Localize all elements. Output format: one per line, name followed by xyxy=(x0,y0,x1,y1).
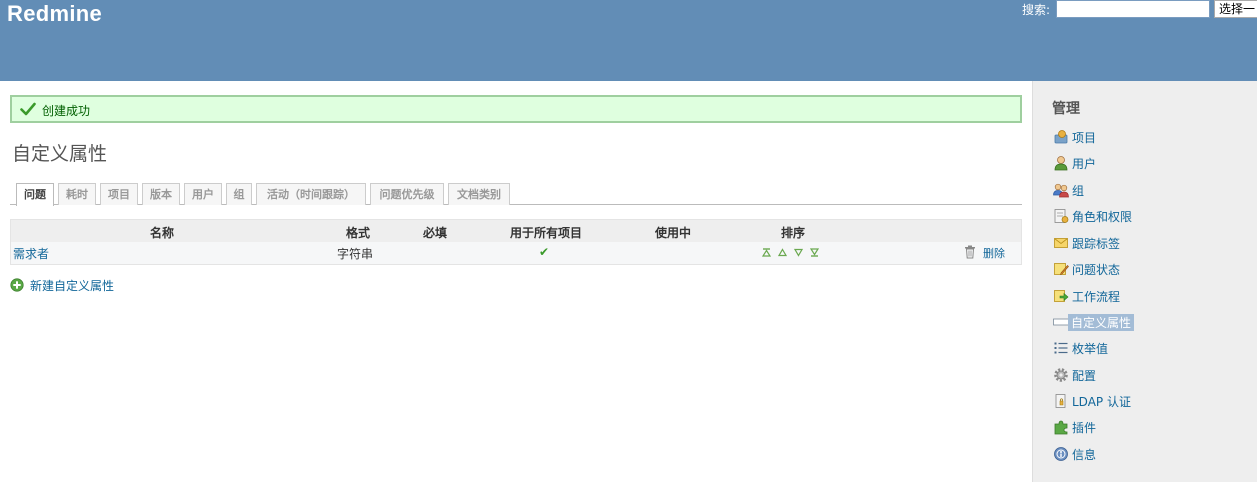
flash-notice: 创建成功 xyxy=(10,95,1022,123)
sidebar-item-workflow[interactable]: 工作流程 xyxy=(1051,287,1241,305)
table-header: 名称 格式 必填 用于所有项目 使用中 排序 xyxy=(11,220,1021,242)
column-name: 名称 xyxy=(150,226,175,240)
tab-groups[interactable]: 组 xyxy=(226,183,252,205)
sidebar-item-label[interactable]: 信息 xyxy=(1072,446,1096,463)
column-for-all: 用于所有项目 xyxy=(510,226,583,240)
sidebar-item-groups[interactable]: 组 xyxy=(1051,181,1241,199)
tab-bar: 问题 耗时 项目 版本 用户 组 活动（时间跟踪） 问题优先级 文档类别 xyxy=(10,181,1022,206)
tab-versions[interactable]: 版本 xyxy=(142,183,180,205)
sidebar-item-ldap[interactable]: LDAP 认证 xyxy=(1051,392,1241,410)
top-header: Redmine 搜索: 选择一 xyxy=(0,0,1257,81)
column-required: 必填 xyxy=(423,226,448,240)
sidebar-title: 管理 xyxy=(1052,101,1080,117)
sidebar-item-label[interactable]: 跟踪标签 xyxy=(1072,235,1120,252)
project-jump-select[interactable]: 选择一 xyxy=(1214,0,1257,18)
tracker-icon xyxy=(1054,238,1068,248)
table-row: 需求者 字符串 ✔ 删除 xyxy=(11,242,1021,264)
plugin-icon xyxy=(1054,420,1068,435)
move-down-icon[interactable] xyxy=(794,248,803,257)
new-custom-field-label[interactable]: 新建自定义属性 xyxy=(30,277,114,294)
custom-fields-table: 名称 格式 必填 用于所有项目 使用中 排序 需求者 字符串 ✔ 删除 xyxy=(10,219,1022,265)
sidebar-item-label[interactable]: 自定义属性 xyxy=(1068,314,1135,331)
projects-icon xyxy=(1054,130,1068,144)
tab-issues[interactable]: 问题 xyxy=(16,183,54,206)
tab-users[interactable]: 用户 xyxy=(184,183,222,205)
search-input[interactable] xyxy=(1056,0,1210,18)
field-format: 字符串 xyxy=(337,247,374,261)
sidebar-item-issue-statuses[interactable]: 问题状态 xyxy=(1051,260,1241,278)
list-icon xyxy=(1054,342,1068,354)
tab-document-categories[interactable]: 文档类别 xyxy=(448,183,510,205)
sidebar-item-label[interactable]: 项目 xyxy=(1072,129,1096,146)
sidebar-item-users[interactable]: 用户 xyxy=(1051,154,1241,172)
sidebar-item-enumerations[interactable]: 枚举值 xyxy=(1051,339,1241,357)
info-icon xyxy=(1054,447,1068,461)
sidebar-item-label[interactable]: 工作流程 xyxy=(1072,288,1120,305)
column-format: 格式 xyxy=(346,226,371,240)
sidebar-item-label[interactable]: 角色和权限 xyxy=(1072,208,1132,225)
sidebar-item-roles[interactable]: 角色和权限 xyxy=(1051,207,1241,225)
move-top-icon[interactable] xyxy=(762,248,771,257)
column-used: 使用中 xyxy=(655,226,692,240)
sidebar-item-label[interactable]: 用户 xyxy=(1072,155,1096,172)
workflow-icon xyxy=(1054,290,1069,302)
tab-activities[interactable]: 活动（时间跟踪） xyxy=(256,183,366,205)
sidebar-item-label[interactable]: 组 xyxy=(1072,182,1084,199)
trash-icon[interactable] xyxy=(964,245,976,259)
move-up-icon[interactable] xyxy=(778,248,787,257)
page-title: 自定义属性 xyxy=(12,143,108,165)
search-label: 搜索: xyxy=(1022,3,1051,17)
for-all-check: ✔ xyxy=(539,245,550,259)
sidebar-item-label[interactable]: 配置 xyxy=(1072,367,1096,384)
tab-issue-priorities[interactable]: 问题优先级 xyxy=(370,183,444,205)
group-icon xyxy=(1053,183,1069,198)
sidebar-item-plugins[interactable]: 插件 xyxy=(1051,418,1241,436)
sidebar-item-label[interactable]: 枚举值 xyxy=(1072,340,1108,357)
column-sort: 排序 xyxy=(781,226,806,240)
main-content: 创建成功 自定义属性 问题 耗时 项目 版本 用户 组 活动（时间跟踪） 问题优… xyxy=(0,81,1032,482)
gear-icon xyxy=(1054,368,1068,382)
field-name-link[interactable]: 需求者 xyxy=(13,245,49,262)
roles-icon xyxy=(1054,209,1069,223)
sidebar-item-label[interactable]: 插件 xyxy=(1072,419,1096,436)
ldap-icon xyxy=(1055,394,1066,408)
tab-time-entries[interactable]: 耗时 xyxy=(58,183,96,205)
move-bottom-icon[interactable] xyxy=(810,248,819,257)
sidebar-item-projects[interactable]: 项目 xyxy=(1051,128,1241,146)
flash-message: 创建成功 xyxy=(42,104,91,118)
add-icon xyxy=(10,278,24,292)
user-icon xyxy=(1054,156,1068,171)
admin-sidebar: 管理 项目 用户 组 角色和权限 跟踪标签 问题状态 工作流程 自定义属性 枚举… xyxy=(1032,81,1257,482)
sidebar-item-settings[interactable]: 配置 xyxy=(1051,366,1241,384)
sidebar-item-label[interactable]: LDAP 认证 xyxy=(1072,393,1131,410)
checkmark-icon xyxy=(20,102,36,116)
app-title[interactable]: Redmine xyxy=(7,1,102,27)
custom-field-icon xyxy=(1053,318,1069,326)
delete-link[interactable]: 删除 xyxy=(983,245,1005,261)
sidebar-item-info[interactable]: 信息 xyxy=(1051,445,1241,463)
sidebar-item-trackers[interactable]: 跟踪标签 xyxy=(1051,234,1241,252)
sidebar-item-label[interactable]: 问题状态 xyxy=(1072,261,1120,278)
issue-status-icon xyxy=(1054,263,1069,275)
sidebar-item-custom-fields[interactable]: 自定义属性 xyxy=(1051,313,1241,331)
tab-projects[interactable]: 项目 xyxy=(100,183,138,205)
